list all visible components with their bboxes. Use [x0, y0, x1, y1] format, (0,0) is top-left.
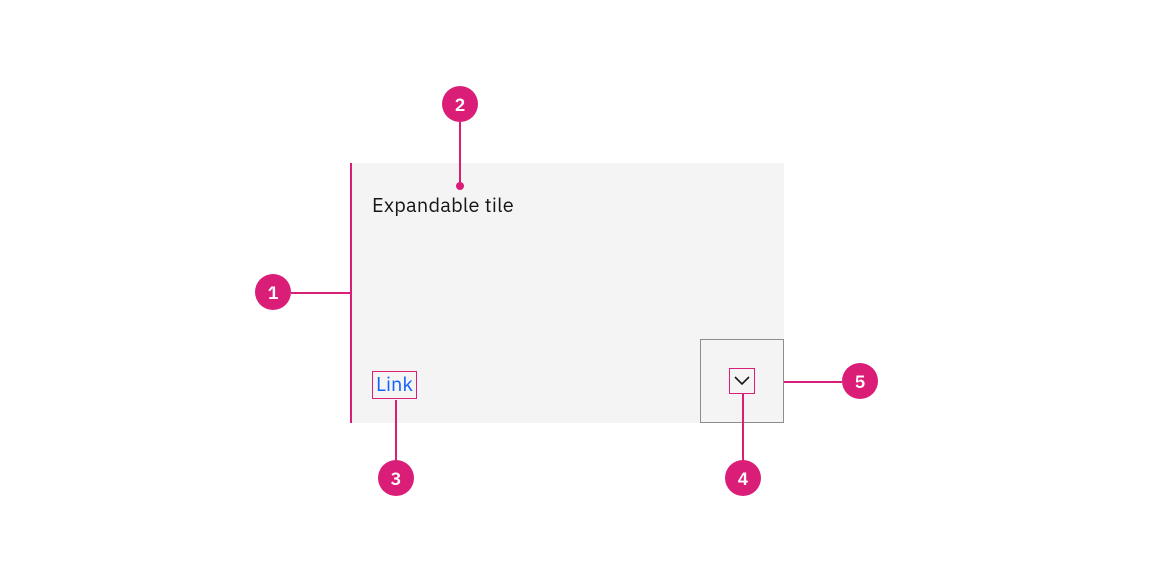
annotation-badge-3-label: 3	[391, 467, 402, 490]
annotation-5-leader	[784, 381, 842, 383]
annotation-2-leader	[459, 122, 461, 184]
annotation-1-leader	[291, 292, 350, 294]
expandable-tile[interactable]: Expandable tile Link	[352, 163, 784, 423]
annotation-badge-1: 1	[255, 274, 291, 310]
annotation-badge-4: 4	[725, 460, 761, 496]
annotation-2-dot	[456, 182, 464, 190]
annotation-3-leader	[395, 400, 397, 462]
diagram-canvas: Expandable tile Link 1 2 3 4 5	[0, 0, 1152, 576]
annotation-1-bar	[350, 163, 352, 423]
annotation-badge-4-label: 4	[738, 467, 749, 490]
annotation-badge-5-label: 5	[855, 370, 866, 393]
tile-title: Expandable tile	[372, 191, 514, 218]
tile-link[interactable]: Link	[372, 371, 417, 399]
chevron-down-icon	[729, 368, 755, 394]
annotation-badge-5: 5	[842, 363, 878, 399]
annotation-badge-2: 2	[442, 86, 478, 122]
annotation-badge-1-label: 1	[268, 281, 279, 304]
annotation-badge-2-label: 2	[455, 93, 466, 116]
annotation-4-leader	[742, 394, 744, 462]
annotation-badge-3: 3	[378, 460, 414, 496]
